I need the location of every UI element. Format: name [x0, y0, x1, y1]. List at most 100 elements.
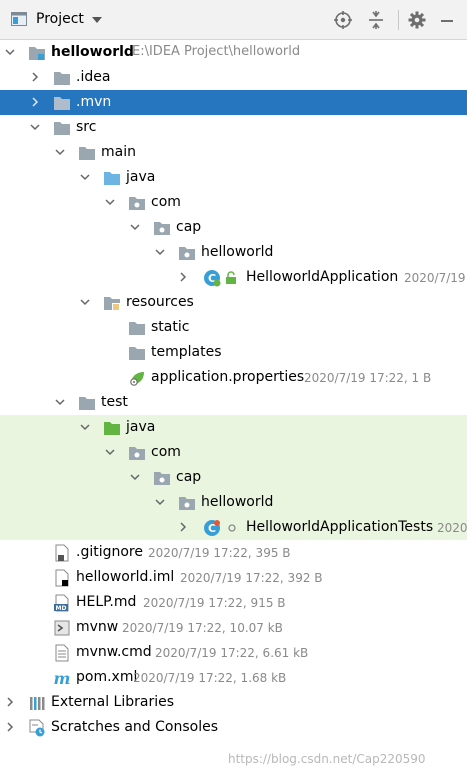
collapse-all-icon[interactable] [366, 10, 386, 30]
chevron-collapsed-icon[interactable] [178, 521, 188, 533]
tree-row-main-com[interactable]: com [0, 190, 467, 215]
chevron-collapsed-icon[interactable] [30, 96, 40, 108]
project-panel-icon[interactable] [11, 12, 27, 26]
folder-label: java [126, 169, 156, 185]
package-label: helloworld [201, 244, 274, 260]
chevron-expanded-icon[interactable] [105, 446, 115, 458]
file-meta: 2020 [437, 521, 467, 535]
project-view-title[interactable]: Project [36, 11, 84, 27]
tree-row-test-cap[interactable]: cap [0, 465, 467, 490]
module-folder-icon [29, 47, 45, 60]
tree-row-src[interactable]: src [0, 115, 467, 140]
file-meta: 2020/7/19 17:22, 1 B [304, 371, 432, 385]
chevron-collapsed-icon[interactable] [5, 696, 15, 708]
package-private-icon [228, 524, 236, 532]
svg-text:m: m [54, 669, 71, 687]
file-meta: 2020/7/19 17:22, 395 B [148, 546, 291, 560]
tree-row-idea[interactable]: .idea [0, 65, 467, 90]
file-label: .gitignore [76, 544, 143, 560]
folder-label: test [101, 394, 128, 410]
folder-icon [129, 322, 145, 335]
text-file-icon [55, 644, 69, 662]
library-icon [30, 697, 45, 710]
tree-row-static[interactable]: static [0, 315, 467, 340]
tree-row-test-java[interactable]: java [0, 415, 467, 440]
test-class-icon: C [204, 520, 220, 536]
file-label: HELP.md [76, 594, 137, 610]
package-label: com [151, 444, 181, 460]
source-folder-icon [104, 172, 120, 185]
tree-row-gitignore[interactable]: .gitignore 2020/7/19 17:22, 395 B [0, 540, 467, 565]
test-source-folder-icon [104, 422, 120, 435]
minimize-icon[interactable] [437, 10, 457, 30]
chevron-expanded-icon[interactable] [155, 246, 165, 258]
chevron-expanded-icon[interactable] [80, 296, 90, 308]
spring-boot-class-icon: C [204, 270, 221, 287]
gitignore-file-icon [55, 544, 69, 562]
folder-icon [54, 97, 70, 110]
folder-icon [79, 397, 95, 410]
folder-label: src [76, 119, 97, 135]
external-libraries-label: External Libraries [51, 694, 174, 710]
chevron-expanded-icon[interactable] [30, 121, 40, 133]
chevron-expanded-icon[interactable] [5, 46, 15, 58]
tree-row-help[interactable]: MD HELP.md 2020/7/19 17:22, 915 B [0, 590, 467, 615]
tree-row-main-pkg[interactable]: helloworld [0, 240, 467, 265]
tree-row-root[interactable]: helloworld E:\IDEA Project\helloworld [0, 40, 467, 65]
package-label: cap [176, 469, 202, 485]
chevron-expanded-icon[interactable] [130, 221, 140, 233]
tree-row-resources[interactable]: resources [0, 290, 467, 315]
file-meta: 2020/7/19 17:22, 1.68 kB [133, 671, 287, 685]
file-label: mvnw [76, 619, 119, 635]
tree-row-main-java[interactable]: java [0, 165, 467, 190]
chevron-expanded-icon[interactable] [55, 396, 65, 408]
tree-row-test-com[interactable]: com [0, 440, 467, 465]
file-label: mvnw.cmd [76, 644, 152, 660]
tree-row-mvnw[interactable]: mvnw 2020/7/19 17:22, 10.07 kB [0, 615, 467, 640]
folder-label: static [151, 319, 190, 335]
tree-row-test-pkg[interactable]: helloworld [0, 490, 467, 515]
maven-pom-icon: m [54, 669, 71, 687]
package-icon [154, 222, 170, 235]
folder-label: main [101, 144, 136, 160]
tree-row-main[interactable]: main [0, 140, 467, 165]
class-label: HelloworldApplicationTests [246, 519, 434, 535]
chevron-expanded-icon[interactable] [80, 171, 90, 183]
locate-icon[interactable] [333, 10, 353, 30]
folder-icon [79, 147, 95, 160]
tree-row-app-class[interactable]: C HelloworldApplication 2020/7/19 [0, 265, 467, 290]
tree-row-mvn[interactable]: .mvn [0, 90, 467, 115]
gear-icon[interactable] [407, 10, 427, 30]
class-label: HelloworldApplication [246, 269, 399, 285]
tree-row-iml[interactable]: helloworld.iml 2020/7/19 17:22, 392 B [0, 565, 467, 590]
chevron-collapsed-icon[interactable] [178, 271, 188, 283]
chevron-expanded-icon[interactable] [80, 421, 90, 433]
file-label: application.properties [151, 369, 305, 385]
folder-label: .mvn [76, 94, 112, 110]
chevron-collapsed-icon[interactable] [5, 721, 15, 733]
package-icon [179, 247, 195, 260]
chevron-expanded-icon[interactable] [55, 146, 65, 158]
tree-row-test-class[interactable]: C HelloworldApplicationTests 2020 [0, 515, 467, 540]
chevron-expanded-icon[interactable] [130, 471, 140, 483]
project-tree: helloworld E:\IDEA Project\helloworld .i… [0, 40, 467, 778]
chevron-down-icon[interactable] [92, 17, 102, 23]
chevron-collapsed-icon[interactable] [30, 71, 40, 83]
file-meta: 2020/7/19 [404, 271, 466, 285]
folder-icon [129, 347, 145, 360]
tree-row-external-libraries[interactable]: External Libraries [0, 690, 467, 715]
chevron-expanded-icon[interactable] [105, 196, 115, 208]
tree-row-main-cap[interactable]: cap [0, 215, 467, 240]
tree-row-app-props[interactable]: application.properties 2020/7/19 17:22, … [0, 365, 467, 390]
package-label: com [151, 194, 181, 210]
module-file-icon [55, 569, 69, 587]
tree-row-pom[interactable]: m pom.xml 2020/7/19 17:22, 1.68 kB [0, 665, 467, 690]
folder-label: .idea [76, 69, 111, 85]
resources-folder-icon [104, 297, 120, 311]
tree-row-scratches[interactable]: Scratches and Consoles [0, 715, 467, 740]
tree-row-templates[interactable]: templates [0, 340, 467, 365]
chevron-expanded-icon[interactable] [155, 496, 165, 508]
tree-row-mvnwcmd[interactable]: mvnw.cmd 2020/7/19 17:22, 6.61 kB [0, 640, 467, 665]
tree-row-test[interactable]: test [0, 390, 467, 415]
folder-icon [54, 122, 70, 135]
